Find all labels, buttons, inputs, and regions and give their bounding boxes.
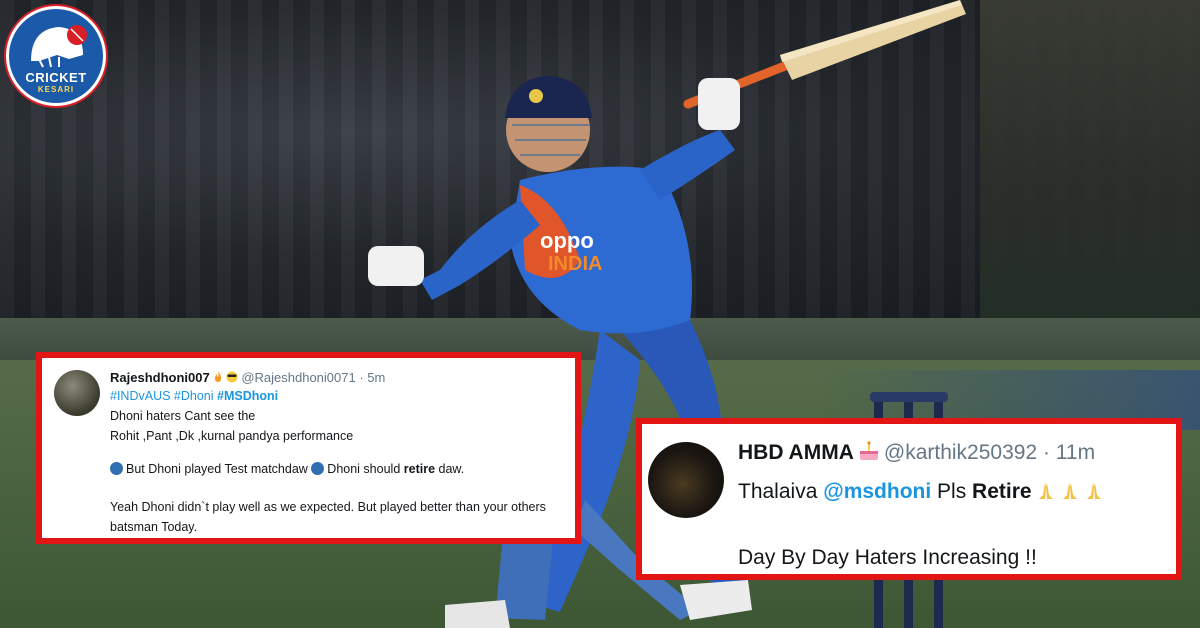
tweet-retire-word: Retire	[972, 480, 1032, 503]
jersey-sponsor-text: oppo	[540, 228, 594, 253]
helmet	[505, 76, 592, 172]
tweet-text-prefix: Thalaiva	[738, 480, 824, 503]
folded-hands-icon	[1038, 483, 1053, 499]
cricket-kesari-logo: CRICKET KESARI	[6, 6, 106, 106]
tweet-text-mid: Pls	[931, 480, 973, 503]
logo-title: CRICKET	[25, 70, 87, 85]
handle[interactable]: @Rajeshdhoni0071	[241, 370, 355, 385]
logo-subtitle: KESARI	[37, 85, 75, 94]
timestamp[interactable]: · 11m	[1043, 441, 1095, 464]
timestamp[interactable]: · 5m	[359, 370, 385, 385]
jersey-country-text: INDIA	[548, 253, 602, 275]
fire-emoji-icon	[214, 371, 221, 382]
tweet-line-3d: daw.	[435, 462, 465, 476]
folded-hands-icon	[1086, 483, 1101, 499]
tweet-line-3b: Dhoni should	[327, 462, 404, 476]
mention-link[interactable]: @msdhoni	[823, 480, 931, 503]
tweet-card-left: Rajeshdhoni007 @Rajeshdhoni0071 · 5m #IN…	[36, 352, 581, 544]
cool-emoji-icon	[226, 371, 238, 383]
hashtag-msdhoni[interactable]: #MSDhoni	[217, 389, 278, 403]
tweet-line-5: batsman Today.	[110, 520, 198, 534]
hashtag-links[interactable]: #INDvAUS #Dhoni	[110, 389, 217, 403]
tweet-card-right: HBD AMMA @karthik250392 · 11m Thalaiva @m…	[636, 418, 1182, 580]
birthday-cake-icon	[859, 441, 878, 460]
tweet-line-1: Dhoni haters Cant see the	[110, 409, 256, 423]
tweet-header: Rajeshdhoni007 @Rajeshdhoni0071 · 5m	[110, 370, 385, 385]
tweet-header: HBD AMMA @karthik250392 · 11m	[738, 440, 1095, 465]
tweet-line-1: Thalaiva @msdhoni Pls Retire	[738, 480, 1104, 504]
tweet-retire-word: retire	[403, 462, 436, 476]
tweet-line-3a: But Dhoni played Test matchdaw	[126, 462, 312, 476]
tweet-line-2: Day By Day Haters Increasing !!	[738, 546, 1037, 569]
handle[interactable]: @karthik250392	[884, 441, 1037, 464]
tweet-line-3: But Dhoni played Test matchdaw Dhoni sho…	[110, 462, 464, 476]
avatar	[54, 370, 100, 416]
avatar	[648, 442, 724, 518]
folded-hands-icon	[1062, 483, 1077, 499]
speaking-head-icon	[110, 462, 123, 475]
tweet-line-2: Rohit ,Pant ,Dk ,kurnal pandya performan…	[110, 429, 354, 443]
hashtags[interactable]: #INDvAUS #Dhoni #MSDhoni	[110, 389, 278, 403]
speaking-head-icon	[311, 462, 325, 475]
display-name: Rajeshdhoni007	[110, 370, 210, 385]
tweet-line-4: Yeah Dhoni didn`t play well as we expect…	[110, 500, 546, 514]
display-name: HBD AMMA	[738, 441, 854, 464]
